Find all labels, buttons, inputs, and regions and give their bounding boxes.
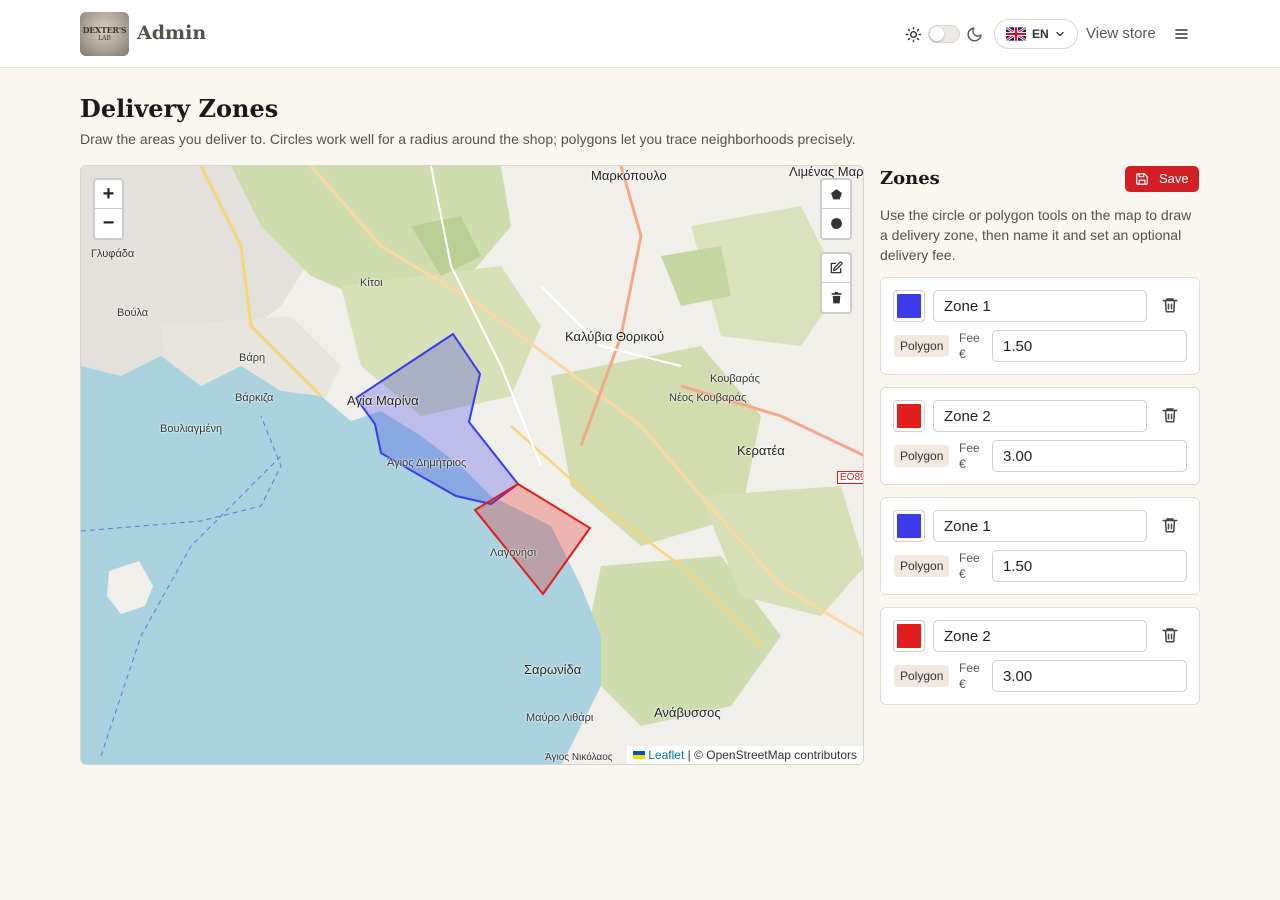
- map-label: Μαρκόπουλο: [591, 168, 667, 183]
- delete-layers-button[interactable]: [822, 283, 850, 312]
- map-label: Μαύρο Λιθάρι: [526, 712, 594, 724]
- leaflet-link[interactable]: Leaflet: [648, 748, 684, 762]
- map-label: Βάρκιζα: [235, 392, 274, 404]
- zone-type-badge: Polygon: [894, 335, 950, 357]
- logo-subtext: LAB: [98, 35, 111, 42]
- zone-card: Polygon Fee €: [880, 277, 1200, 375]
- fee-label: Fee €: [959, 331, 980, 361]
- zoom-in-button[interactable]: +: [95, 180, 122, 209]
- zone-type-badge: Polygon: [894, 445, 950, 467]
- logo-text: DEXTER'S: [82, 25, 127, 35]
- fee-label: Fee €: [959, 441, 980, 471]
- ukraine-flag-icon: [633, 751, 646, 759]
- zone-name-input[interactable]: [933, 400, 1147, 432]
- draw-toolbar: [820, 178, 852, 240]
- save-button-label: Save: [1159, 171, 1189, 186]
- theme-toggle[interactable]: [928, 25, 960, 43]
- circle-draw-icon: [830, 218, 842, 229]
- zones-title: Zones: [880, 168, 940, 189]
- zone-color-picker[interactable]: [893, 620, 925, 652]
- map-label: Λαγονήσι: [490, 547, 537, 559]
- map-label: Βούλα: [117, 307, 149, 319]
- trash-icon: [831, 291, 841, 303]
- map-label: Νέος Κουβαράς: [669, 392, 747, 404]
- edit-toolbar: [820, 252, 852, 314]
- zone-name-input[interactable]: [933, 290, 1147, 322]
- save-button[interactable]: Save: [1125, 166, 1199, 192]
- zone-color-picker[interactable]: [893, 400, 925, 432]
- map-tiles[interactable]: [81, 166, 864, 765]
- zone-card: Polygon Fee €: [880, 387, 1200, 485]
- zone-color-picker[interactable]: [893, 510, 925, 542]
- zone-color-fill: [897, 514, 921, 538]
- map-label: Ανάβυσσος: [654, 705, 721, 720]
- uk-flag-icon: [1006, 27, 1026, 41]
- language-selector[interactable]: EN: [994, 19, 1078, 49]
- edit-layers-button[interactable]: [822, 254, 850, 283]
- zone-color-fill: [897, 404, 921, 428]
- zone-name-input[interactable]: [933, 620, 1147, 652]
- page-description: Draw the areas you deliver to. Circles w…: [80, 131, 856, 147]
- draw-circle-button[interactable]: [822, 209, 850, 238]
- zone-card: Polygon Fee €: [880, 497, 1200, 595]
- map-label: Γλυφάδα: [91, 248, 135, 260]
- view-store-link[interactable]: View store: [1086, 25, 1156, 42]
- map-label: Σαρωνίδα: [524, 662, 582, 677]
- map-attribution: Leaflet | © OpenStreetMap contributors: [627, 746, 863, 764]
- zone-color-picker[interactable]: [893, 290, 925, 322]
- save-icon: [1136, 173, 1148, 185]
- trash-icon[interactable]: [1161, 626, 1179, 644]
- zone-fee-input[interactable]: [992, 440, 1187, 472]
- trash-icon[interactable]: [1161, 296, 1179, 314]
- zone-color-fill: [897, 294, 921, 318]
- zone-card: Polygon Fee €: [880, 607, 1200, 705]
- map-label: Βουλιαγμένη: [160, 423, 223, 435]
- zone-color-fill: [897, 624, 921, 648]
- map-label: Κερατέα: [737, 443, 785, 458]
- map-label: Λιμένας Μαρ: [789, 165, 864, 179]
- brand-title[interactable]: Admin: [137, 22, 206, 44]
- moon-icon[interactable]: [966, 26, 983, 43]
- fee-label: Fee €: [959, 551, 980, 581]
- zone-type-badge: Polygon: [894, 555, 950, 577]
- zone-type-badge: Polygon: [894, 665, 950, 687]
- map-label: Κουβαράς: [710, 373, 760, 385]
- map-label: Κίτοι: [360, 277, 383, 289]
- trash-icon[interactable]: [1161, 516, 1179, 534]
- osm-attribution-text: | © OpenStreetMap contributors: [687, 748, 857, 762]
- zone-fee-input[interactable]: [992, 330, 1187, 362]
- map-label: Αγία Μαρίνα: [347, 393, 419, 408]
- map-label: ΕΟ89: [837, 471, 863, 484]
- map-label: Βάρη: [239, 352, 266, 364]
- zone-fee-input[interactable]: [992, 550, 1187, 582]
- zoom-control: + −: [93, 178, 124, 240]
- zone-fee-input[interactable]: [992, 660, 1187, 692]
- fee-label: Fee €: [959, 661, 980, 691]
- sun-icon[interactable]: [905, 26, 922, 43]
- zones-description: Use the circle or polygon tools on the m…: [880, 207, 1192, 263]
- map-label: Καλύβια Θορικού: [565, 329, 665, 344]
- map-label: Άγιος Νικόλαος: [545, 752, 613, 763]
- zone-name-input[interactable]: [933, 510, 1147, 542]
- zoom-out-button[interactable]: −: [95, 209, 122, 238]
- map-label: Άγιος Δημήτριος: [387, 457, 467, 469]
- store-logo[interactable]: DEXTER'S LAB: [80, 12, 129, 56]
- polygon-draw-icon: [830, 188, 842, 199]
- edit-icon: [830, 261, 843, 274]
- trash-icon[interactable]: [1161, 406, 1179, 424]
- language-code: EN: [1032, 27, 1049, 41]
- delivery-zones-map[interactable]: Μαρκόπουλο Λιμένας Μαρ Γλυφάδα Βούλα Κίτ…: [80, 165, 864, 765]
- chevron-down-icon: [1056, 31, 1064, 37]
- draw-polygon-button[interactable]: [822, 180, 850, 209]
- theme-toggle-knob: [930, 27, 944, 41]
- page-title: Delivery Zones: [80, 94, 279, 123]
- top-bar: DEXTER'S LAB Admin EN View store: [0, 0, 1280, 68]
- hamburger-menu-icon[interactable]: [1174, 27, 1189, 41]
